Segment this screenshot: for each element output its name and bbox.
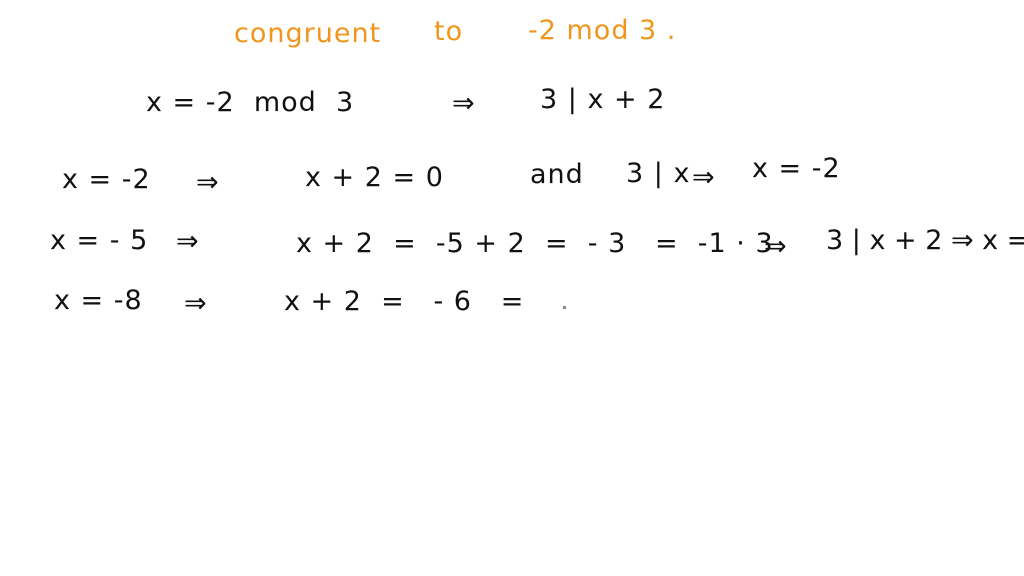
line2-implies-arrow-1: ⇒ bbox=[196, 167, 220, 198]
line2-case: x = -2 bbox=[62, 164, 151, 195]
line2-sum: x + 2 = 0 bbox=[305, 162, 444, 193]
line3-implies-arrow-1: ⇒ bbox=[176, 226, 200, 257]
line3-case: x = - 5 bbox=[50, 225, 149, 256]
line1-right: 3 | x + 2 bbox=[540, 84, 666, 115]
whiteboard-canvas: congruent to -2 mod 3 . x = -2 mod 3 ⇒ 3… bbox=[0, 0, 1024, 576]
line3-implies-arrow-2: ⇒ bbox=[764, 231, 788, 262]
line1-left: x = -2 mod 3 bbox=[146, 87, 355, 118]
line2-and: and bbox=[530, 159, 584, 190]
line4-implies-arrow: ⇒ bbox=[184, 288, 208, 319]
header-word-to: to bbox=[434, 16, 464, 47]
line4-case: x = -8 bbox=[54, 285, 143, 316]
line2-divides: 3 | x bbox=[626, 158, 691, 189]
header-congruence: -2 mod 3 . bbox=[528, 15, 677, 46]
line3-conclusion: 3 | x + 2 ⇒ x = -5 bbox=[826, 225, 1024, 256]
line3-computation: x + 2 = -5 + 2 = - 3 = -1 · 3 bbox=[296, 228, 774, 259]
line2-result: x = -2 bbox=[752, 153, 841, 184]
line2-implies-arrow-2: ⇒ bbox=[692, 162, 716, 193]
pen-cursor-dot bbox=[563, 306, 566, 309]
line1-implies-arrow: ⇒ bbox=[452, 88, 476, 119]
line4-computation: x + 2 = - 6 = bbox=[284, 286, 525, 317]
header-word-congruent: congruent bbox=[234, 18, 382, 49]
